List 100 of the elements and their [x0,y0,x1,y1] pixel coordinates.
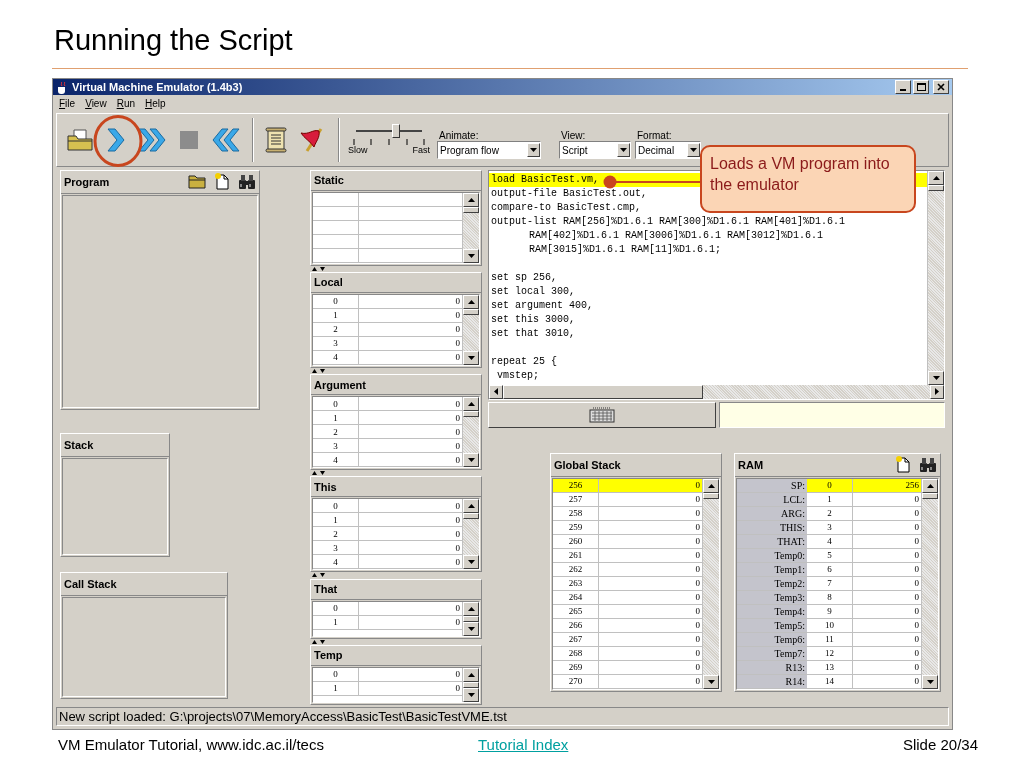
table-cell-text: 0 [454,527,461,541]
script-line: repeat 25 { [490,354,558,369]
slow-label: Slow [348,145,368,156]
table-cell-text: 0 [694,479,701,492]
table-cell-text: 0 [454,453,461,467]
table-cell-text: 0 [454,337,461,350]
panel-title: Global Stack [554,458,621,471]
table-cell-text: 0 [913,661,920,674]
script-line: compare-to BasicTest.cmp, [490,200,643,215]
table-cell: 265 [553,604,599,618]
table-cell-text: 0 [454,513,461,527]
table-cell: 269 [553,660,599,674]
table-cell: 1 [313,681,359,695]
table-cell-text: 0 [913,563,920,576]
panel-title: Call Stack [64,577,117,590]
table-cell-text: 0 [694,577,701,590]
table-cell: 2 [313,425,359,439]
table-cell: 0 [313,499,359,513]
panel-title: Stack [64,438,94,451]
table-cell: 260 [553,534,599,548]
table-cell: 0 [313,294,359,308]
table-cell-text: 0 [454,323,461,336]
table-cell: 4 [807,534,853,548]
table-cell: 8 [807,590,853,604]
table-cell: 257 [553,492,599,506]
table-cell: 2 [313,527,359,541]
table-cell: 264 [553,590,599,604]
table-cell: 11 [807,632,853,646]
table-cell-text: 0 [454,555,461,569]
table-cell: 9 [807,604,853,618]
table-cell-text: 0 [454,351,461,364]
menu-item[interactable]: View [85,98,107,110]
table-cell: 6 [807,562,853,576]
dropdown[interactable]: Script [559,141,631,160]
table-cell-text: 0 [454,602,461,615]
table-cell: 4 [313,453,359,467]
table-cell: 0 [313,397,359,411]
table-cell-text: 0 [913,493,920,506]
table-cell-text: 0 [694,605,701,618]
dropdown-label: Format: [637,130,673,142]
table-cell: 14 [807,674,853,688]
dropdown[interactable]: Program flow [437,141,541,160]
dropdown[interactable]: Decimal [635,141,701,160]
table-cell-text: 0 [694,619,701,632]
table-cell: 256 [553,478,599,492]
table-cell-text: 0 [913,591,920,604]
table-cell: 0 [313,601,359,615]
table-cell: 5 [807,548,853,562]
table-cell-text: 0 [694,507,701,520]
script-line: set local 300, [490,284,576,299]
table-cell-text: 0 [913,577,920,590]
slide-number: Slide 20/34 [902,736,978,753]
footer-text: VM Emulator Tutorial, www.idc.ac.il/tecs [58,736,325,753]
table-cell: 4 [313,555,359,569]
table-cell: 13 [807,660,853,674]
table-cell: 261 [553,548,599,562]
table-cell: 0 [807,478,853,492]
dropdown-label: Animate: [439,130,480,142]
table-cell-text: 0 [454,541,461,555]
table-cell-text: 0 [454,425,461,439]
table-cell-text: 0 [454,309,461,322]
table-cell-text: 0 [913,647,920,660]
table-cell-text: 0 [913,619,920,632]
table-cell: SP: [737,478,807,492]
script-line: set argument 400, [490,298,595,313]
script-line: set this 3000, [490,312,576,327]
table-cell: 262 [553,562,599,576]
table-cell: 1 [807,492,853,506]
menu-item[interactable]: File [59,98,76,110]
menu-item[interactable]: Run [116,98,135,110]
table-cell: 2 [313,322,359,336]
table-cell-text: 0 [694,591,701,604]
table-cell: 2 [807,506,853,520]
menu-item[interactable]: Help [145,98,166,110]
status-bar: New script loaded: G:\projects\07\MemoryAccess\BasicTest\BasicTestVME.tst [56,706,949,726]
script-line: output-list RAM[256]%D1.6.1 RAM[300]%D1.6.1 RAM[401]%D1.6.1 [490,214,847,229]
table-cell-text: 0 [454,616,461,629]
table-cell-text: 0 [454,668,461,681]
table-cell-text: 0 [694,633,701,646]
script-line: vmstep; [496,368,540,383]
table-row[interactable]: 256 0 [553,478,702,493]
table-cell-text: 0 [913,549,920,562]
table-row[interactable]: SP: 0 256 [737,478,921,493]
table-cell-text: 0 [913,507,920,520]
table-cell: 258 [553,506,599,520]
window-title: Virtual Machine Emulator (1.4b3) [72,81,243,94]
panel-title: Local [314,276,343,289]
table-cell: 259 [553,520,599,534]
table-cell-text: 0 [694,549,701,562]
table-cell: 3 [807,520,853,534]
script-line: set sp 256, [490,270,558,285]
table-cell: 3 [313,439,359,453]
table-cell: 263 [553,576,599,590]
table-cell: 1 [313,308,359,322]
table-cell: 7 [807,576,853,590]
table-cell: 1 [313,411,359,425]
table-cell-text: 0 [454,439,461,453]
table-cell: 268 [553,646,599,660]
table-cell-text: 0 [694,535,701,548]
fast-label: Fast [412,145,430,156]
